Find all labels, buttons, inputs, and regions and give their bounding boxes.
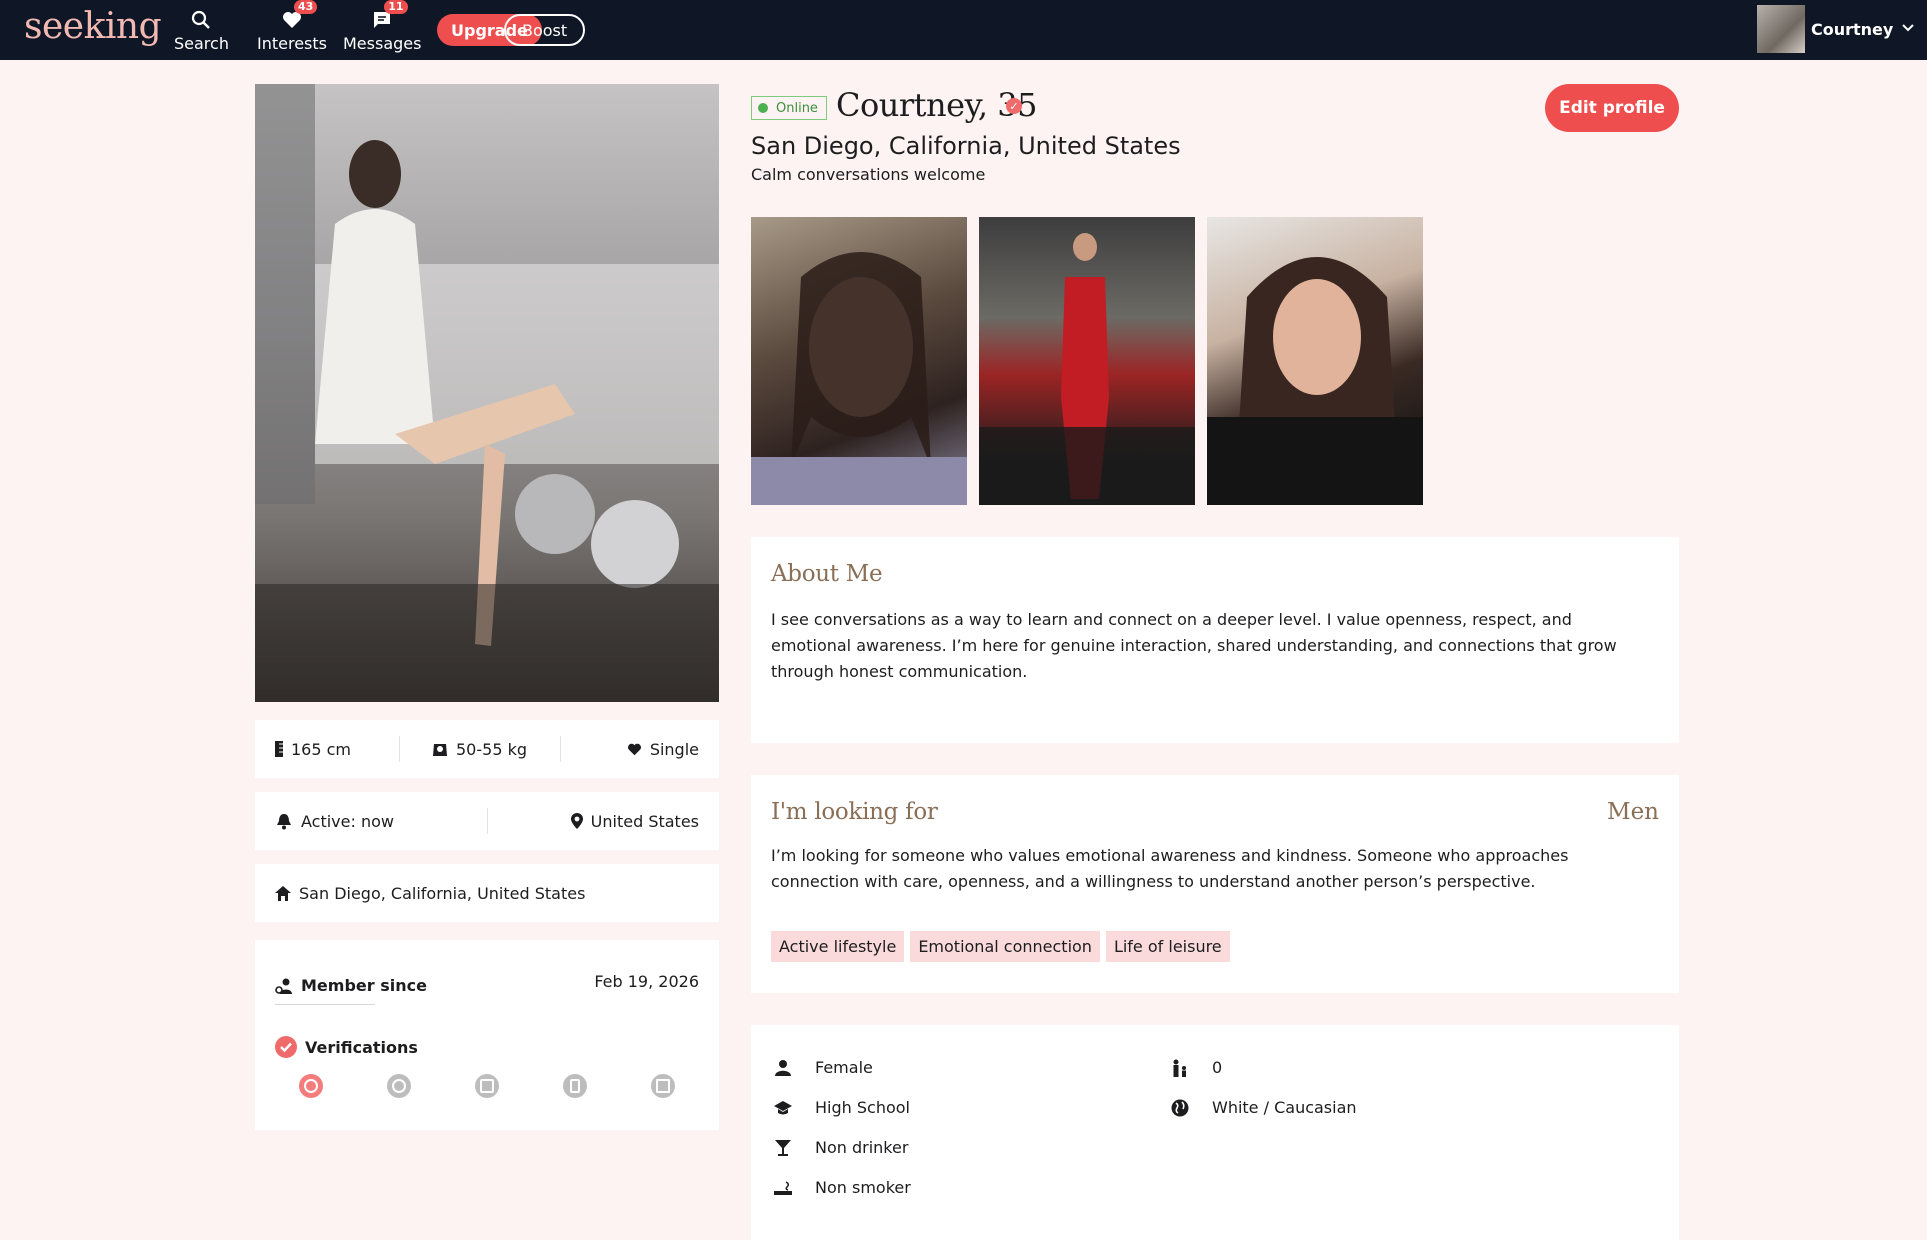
education-value: High School — [815, 1098, 910, 1117]
nav-messages[interactable]: 11 Messages — [343, 0, 422, 53]
nav-interests-label: Interests — [257, 34, 327, 53]
cocktail-icon — [771, 1139, 795, 1156]
home-value: San Diego, California, United States — [299, 883, 586, 903]
country-stat: United States — [570, 811, 699, 831]
home-icon — [275, 885, 291, 901]
member-since-date: Feb 19, 2026 — [594, 972, 699, 991]
chevron-down-icon — [1901, 21, 1915, 37]
looking-for-target: Men — [1607, 799, 1659, 825]
height-value: 165 cm — [291, 739, 352, 759]
top-nav: seeking Search 43 Interests 11 Messages … — [0, 0, 1927, 60]
globe-icon — [1168, 1099, 1192, 1117]
looking-for-text: I’m looking for someone who values emoti… — [771, 846, 1569, 891]
gallery-photo-3[interactable] — [1207, 217, 1423, 505]
drinking-detail: Non drinker — [771, 1138, 908, 1157]
gallery-photo-1[interactable] — [751, 217, 967, 505]
member-since-row: Member since — [275, 976, 427, 995]
nav-interests[interactable]: 43 Interests — [257, 0, 327, 53]
messages-badge: 11 — [384, 0, 408, 14]
main-profile-photo[interactable] — [255, 84, 719, 702]
tag-emotional-connection[interactable]: Emotional connection — [910, 931, 1100, 962]
search-icon — [191, 8, 211, 32]
about-me-title: About Me — [771, 561, 883, 587]
looking-for-card: I'm looking for Men I’m looking for some… — [751, 775, 1679, 993]
profile-tagline: Calm conversations welcome — [751, 165, 986, 184]
children-detail: 0 — [1168, 1058, 1222, 1077]
user-menu[interactable]: Courtney — [1757, 5, 1915, 53]
verifications-label: Verifications — [305, 1037, 418, 1057]
divider — [399, 736, 400, 762]
person-icon — [771, 1059, 795, 1076]
ethnicity-detail: White / Caucasian — [1168, 1098, 1357, 1117]
active-stat: Active: now — [275, 812, 487, 831]
divider — [487, 808, 488, 834]
stats-card-body: 165 cm 50-55 kg Single — [255, 720, 719, 778]
interests-badge: 43 — [294, 0, 318, 14]
about-me-card: About Me I see conversations as a way to… — [751, 537, 1679, 743]
edit-profile-button[interactable]: Edit profile — [1545, 84, 1679, 132]
details-card: Female High School Non drinker Non smoke… — [751, 1025, 1679, 1240]
photo-verified-icon[interactable] — [299, 1074, 323, 1098]
looking-for-title: I'm looking for — [771, 799, 938, 825]
tag-life-of-leisure[interactable]: Life of leisure — [1105, 931, 1230, 962]
children-value: 0 — [1212, 1058, 1223, 1077]
parent-child-icon — [1168, 1059, 1192, 1077]
facebook-icon[interactable] — [563, 1074, 587, 1098]
about-me-text: I see conversations as a way to learn an… — [771, 610, 1617, 681]
height-stat: 165 cm — [275, 740, 399, 759]
verified-badge-icon: ✓ — [1006, 98, 1022, 114]
gender-detail: Female — [771, 1058, 873, 1077]
country-value: United States — [590, 811, 699, 831]
profile-location: San Diego, California, United States — [751, 132, 1181, 160]
bell-icon — [275, 812, 293, 830]
divider — [275, 1004, 375, 1005]
tag-active-lifestyle[interactable]: Active lifestyle — [771, 931, 905, 962]
verified-check-icon — [275, 1036, 297, 1058]
boost-button[interactable]: Boost — [504, 14, 586, 46]
linkedin-icon[interactable] — [651, 1074, 675, 1098]
active-value: Active: now — [301, 811, 394, 831]
membership-card: Member since Feb 19, 2026 Verifications — [255, 940, 719, 1130]
relationship-stat: Single — [627, 740, 699, 759]
education-detail: High School — [771, 1098, 910, 1117]
verifications-row: Verifications — [275, 1036, 418, 1058]
message-icon: 11 — [372, 0, 408, 32]
weight-stat: 50-55 kg — [432, 740, 560, 759]
verification-icons — [299, 1074, 739, 1098]
nav-messages-label: Messages — [343, 34, 422, 53]
ruler-icon — [275, 741, 283, 757]
heart-icon: 43 — [282, 0, 318, 32]
ethnicity-value: White / Caucasian — [1212, 1098, 1357, 1117]
home-card: San Diego, California, United States — [255, 864, 719, 922]
relationship-value: Single — [649, 739, 699, 759]
smoking-detail: Non smoker — [771, 1178, 911, 1197]
seeking-logo[interactable]: seeking — [24, 6, 162, 47]
gallery-photo-2[interactable] — [979, 217, 1195, 505]
nav-search-label: Search — [174, 34, 229, 53]
location-pin-icon — [570, 813, 583, 829]
home-stat: San Diego, California, United States — [275, 884, 585, 903]
gender-value: Female — [815, 1058, 873, 1077]
nav-search[interactable]: Search — [174, 8, 229, 53]
user-name: Courtney — [1811, 19, 1894, 39]
online-dot — [758, 103, 768, 113]
heart-icon — [627, 743, 642, 756]
divider — [560, 736, 561, 762]
scale-icon — [432, 742, 448, 756]
interest-tags: Active lifestyle Emotional connection Li… — [771, 931, 1236, 962]
member-since-label: Member since — [301, 976, 427, 995]
drinking-value: Non drinker — [815, 1138, 909, 1157]
smoking-value: Non smoker — [815, 1178, 911, 1197]
avatar — [1757, 5, 1805, 53]
id-card-icon[interactable] — [475, 1074, 499, 1098]
profile-icon[interactable] — [387, 1074, 411, 1098]
graduation-cap-icon — [771, 1100, 795, 1115]
activity-card: Active: now United States — [255, 792, 719, 850]
online-status-label: Online — [776, 100, 818, 116]
member-icon — [275, 978, 293, 994]
weight-value: 50-55 kg — [456, 739, 527, 759]
smoking-icon — [771, 1180, 795, 1196]
online-status-badge: Online — [751, 96, 827, 120]
